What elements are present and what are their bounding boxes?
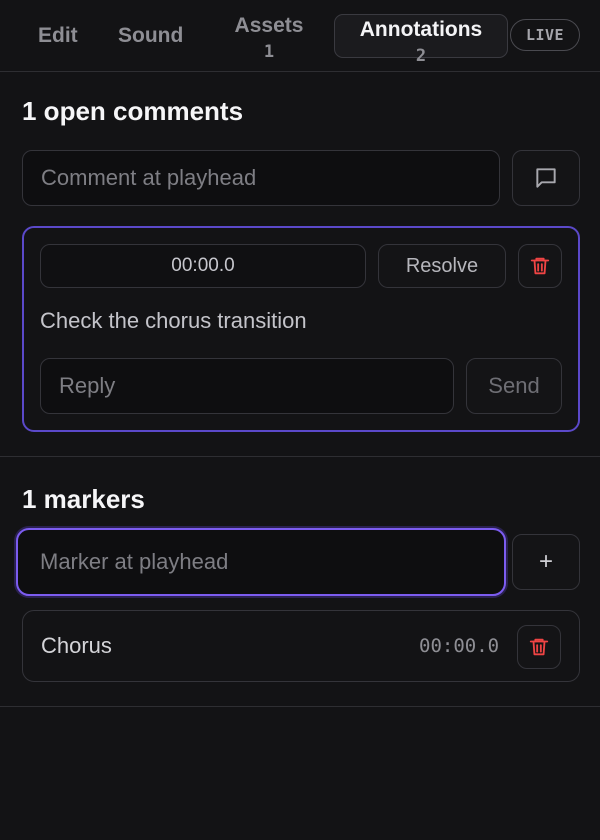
tab-annotations[interactable]: Annotations 2 [334,14,508,66]
comments-title: 1 open comments [22,96,244,126]
tab-assets[interactable]: Assets 1 [230,14,308,62]
marker-input-placeholder: Marker at playhead [40,549,229,574]
tab-assets-label: Assets [234,14,304,37]
add-marker-button[interactable]: + [512,534,580,590]
trash-icon [529,638,549,656]
tab-sound-label: Sound [118,24,184,47]
tab-edit-label: Edit [38,24,78,47]
tab-assets-count: 1 [263,42,275,62]
add-comment-button[interactable] [512,150,580,206]
reply-input-placeholder: Reply [59,373,116,398]
reply-input[interactable]: Reply [40,358,454,414]
resolve-button-label: Resolve [405,254,479,277]
message-square-icon [536,168,556,188]
marker-time: 00:00.0 [419,635,500,657]
send-reply-button[interactable]: Send [466,358,562,414]
section-divider [0,456,600,457]
delete-marker-button[interactable] [517,625,561,669]
comment-text: Check the chorus transition [40,308,307,333]
comment-timestamp-text: 00:00.0 [171,255,235,276]
live-badge: LIVE [510,19,580,51]
trash-icon [530,257,550,275]
comment-input-placeholder: Comment at playhead [41,165,257,190]
comment-card: 00:00.0 Resolve Check the chorus transit… [22,226,580,432]
marker-name: Chorus [41,633,112,658]
plus-icon: + [538,548,553,575]
section-divider [0,706,600,707]
markers-title: 1 markers [22,484,145,514]
marker-row[interactable]: Chorus 00:00.0 [22,610,580,682]
resolve-button[interactable]: Resolve [378,244,506,288]
send-reply-label: Send [488,373,540,398]
tab-annotations-count: 2 [415,46,427,66]
comment-timestamp[interactable]: 00:00.0 [40,244,366,288]
tab-annotations-label: Annotations [359,18,483,41]
delete-comment-button[interactable] [518,244,562,288]
tab-bar: Edit Sound Assets 1 Annotations 2 LIVE [0,0,600,72]
tab-edit[interactable]: Edit [38,24,78,68]
marker-input[interactable]: Marker at playhead [16,528,506,596]
tab-sound[interactable]: Sound [118,24,183,68]
comment-input[interactable]: Comment at playhead [22,150,500,206]
